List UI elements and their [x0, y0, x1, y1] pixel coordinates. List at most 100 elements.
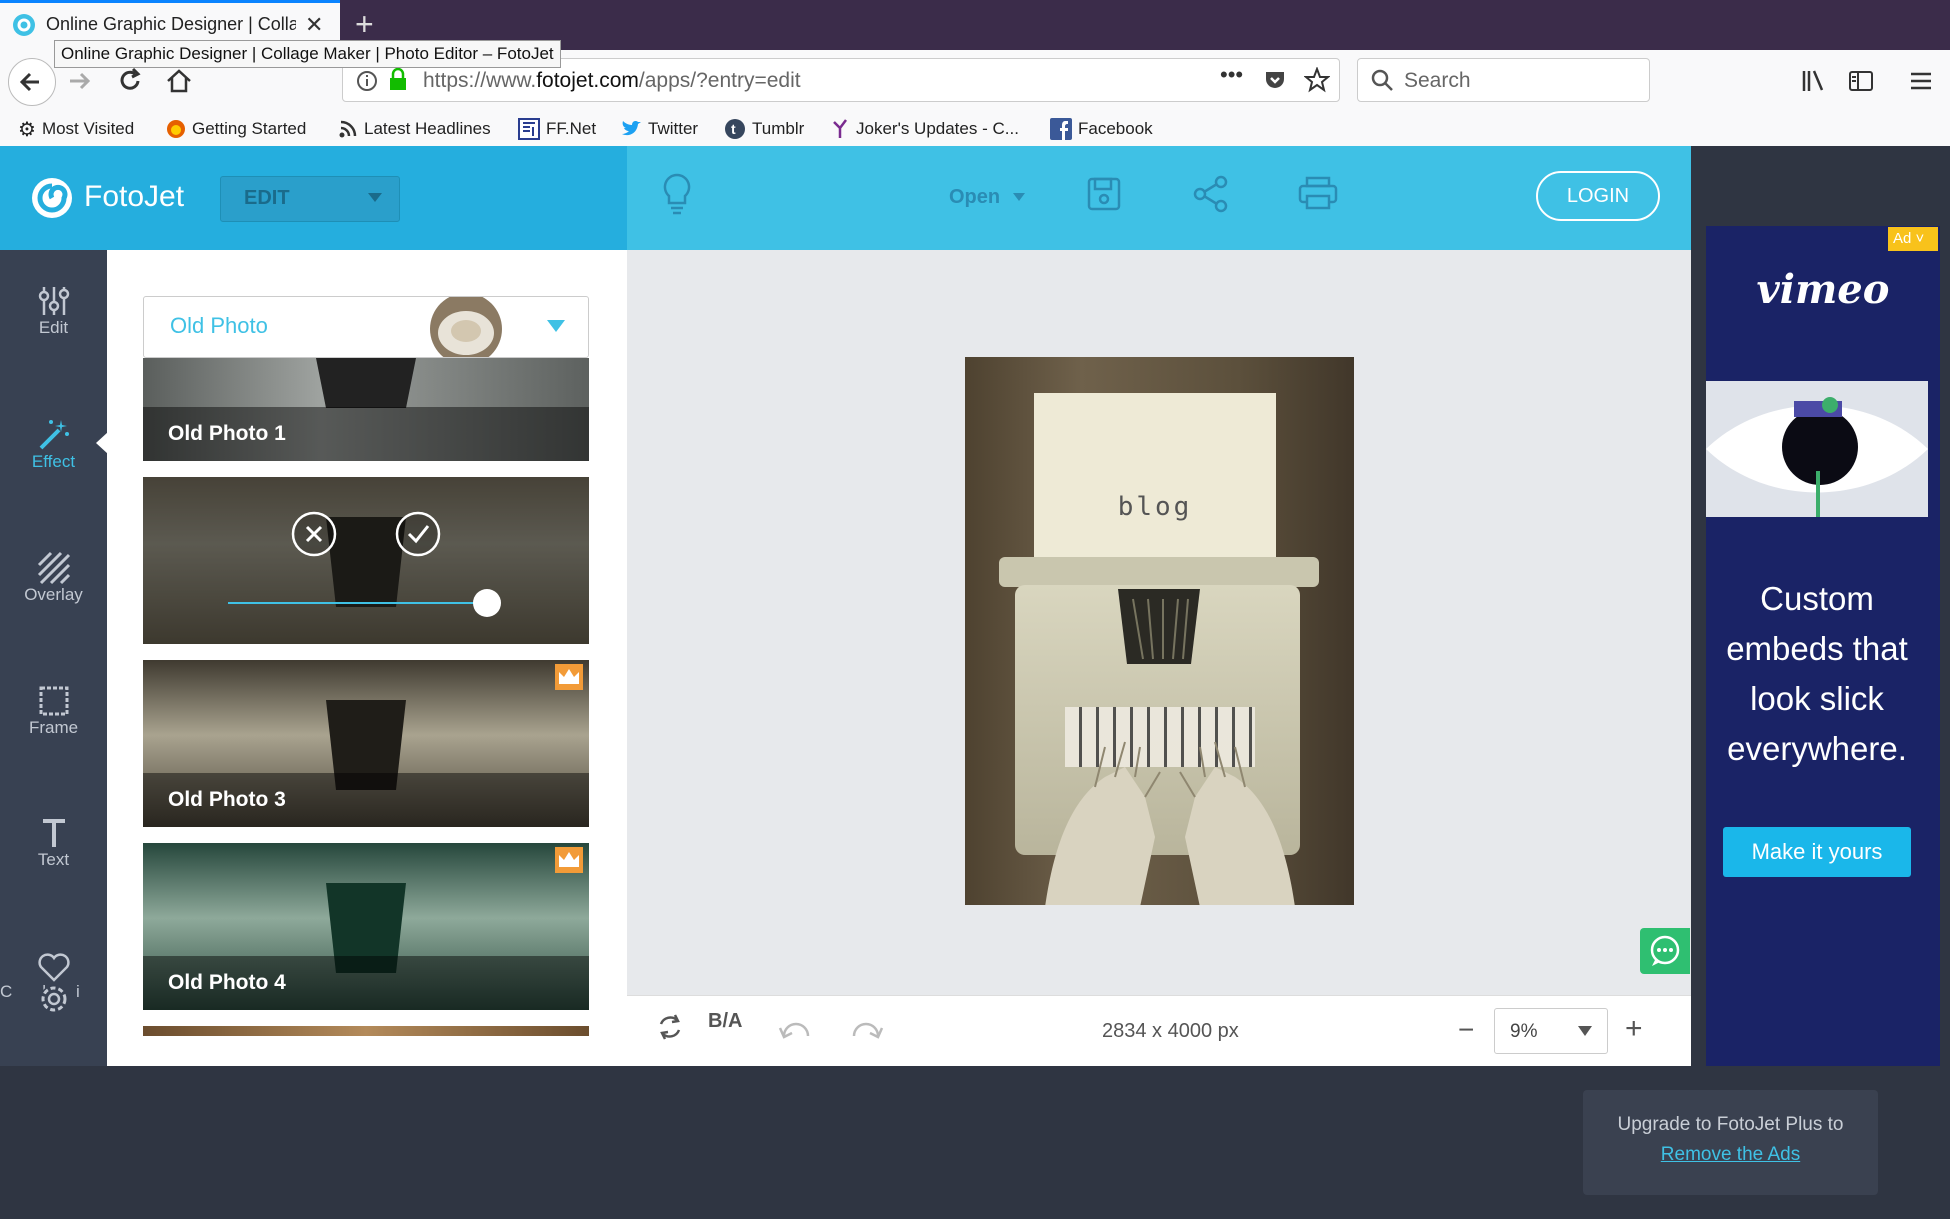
- fotojet-logo-icon[interactable]: [30, 176, 74, 220]
- effect-thumb-old-photo-1[interactable]: Old Photo 1: [143, 358, 589, 461]
- sidebar-item-label: Frame: [28, 718, 79, 737]
- sidebar-item-frame[interactable]: Frame: [0, 684, 107, 738]
- before-after-toggle-icon[interactable]: B/A: [708, 1010, 742, 1033]
- fotojet-favicon-icon: [13, 14, 35, 36]
- caret-down-icon: [368, 193, 382, 202]
- firefox-icon: [167, 120, 185, 138]
- twitter-icon: [622, 121, 641, 136]
- forward-icon[interactable]: [64, 66, 94, 96]
- paper-sheet: [1034, 393, 1276, 568]
- sidebar-item-label: Text: [37, 850, 70, 869]
- zoom-in-icon[interactable]: +: [1625, 1012, 1643, 1046]
- intensity-slider-track[interactable]: [228, 602, 483, 604]
- sidebar-item-overlay[interactable]: Overlay: [0, 551, 107, 605]
- remove-ads-link[interactable]: Remove the Ads: [1583, 1144, 1878, 1166]
- effect-thumb-label: Old Photo 3: [143, 773, 589, 827]
- upgrade-notice: [1583, 1090, 1878, 1195]
- menu-icon[interactable]: [1908, 68, 1934, 94]
- open-menu-button[interactable]: Open: [949, 186, 1000, 209]
- typing-hands: [1045, 741, 1295, 905]
- tool-sidebar: [0, 250, 107, 1066]
- new-tab-icon[interactable]: +: [355, 6, 374, 43]
- ad-copy: Custom embeds that look slick everywhere…: [1726, 580, 1908, 767]
- pocket-icon[interactable]: [1263, 68, 1287, 92]
- library-icon[interactable]: [1800, 68, 1826, 94]
- url-text[interactable]: https://www.fotojet.com/apps/?entry=edit: [423, 69, 801, 93]
- sidebar-item-effect[interactable]: Effect: [0, 418, 107, 472]
- info-icon[interactable]: [356, 70, 378, 92]
- magic-wand-icon: [39, 420, 69, 450]
- bookmark-ffnet[interactable]: FF.Net: [518, 114, 596, 144]
- page-actions-icon[interactable]: •••: [1220, 62, 1243, 88]
- eye-illustration: [1706, 397, 1928, 517]
- tumblr-icon: t: [725, 119, 745, 139]
- coffee-cup-thumbnail: [430, 297, 502, 357]
- intensity-slider-handle[interactable]: [473, 589, 501, 617]
- bookmark-jokers-updates[interactable]: Joker's Updates - C...: [830, 114, 1019, 144]
- effect-thumb-old-photo-2[interactable]: [143, 477, 589, 644]
- upgrade-text: Upgrade to FotoJet Plus to: [1617, 1114, 1844, 1135]
- browser-search-input[interactable]: [1357, 58, 1650, 102]
- effect-thumb-old-photo-3[interactable]: Old Photo 3: [143, 660, 589, 827]
- reload-icon[interactable]: [115, 66, 145, 96]
- effect-thumb-old-photo-5[interactable]: [143, 1026, 589, 1036]
- home-icon[interactable]: [164, 66, 194, 96]
- lightbulb-icon[interactable]: [660, 172, 694, 216]
- bookmark-getting-started[interactable]: Getting Started: [166, 114, 306, 144]
- effect-thumb-label: Old Photo 4: [143, 956, 589, 1010]
- dropdown-caret-icon: [547, 320, 565, 332]
- rotate-icon[interactable]: [655, 1012, 685, 1042]
- heart-icon: [37, 953, 70, 982]
- stripes-icon: [37, 551, 70, 585]
- cancel-effect-icon[interactable]: [291, 511, 337, 557]
- sidebar-toggle-icon[interactable]: [1848, 68, 1874, 94]
- app-logo-text[interactable]: FotoJet: [84, 180, 184, 214]
- typebars-graphic: [316, 358, 416, 408]
- bookmark-tumblr[interactable]: t Tumblr: [724, 114, 804, 144]
- effect-thumb-old-photo-4[interactable]: Old Photo 4: [143, 843, 589, 1010]
- rss-icon: [339, 120, 357, 138]
- settings-gear-icon[interactable]: [35, 980, 73, 1018]
- sidebar-item-label: Overlay: [24, 585, 83, 604]
- bookmark-latest-headlines[interactable]: Latest Headlines: [338, 114, 491, 144]
- apply-effect-icon[interactable]: [395, 511, 441, 557]
- ad-illustration: [1706, 381, 1928, 517]
- tab-close-icon[interactable]: ✕: [305, 12, 323, 38]
- chat-icon: [1650, 935, 1680, 966]
- platen: [999, 557, 1319, 587]
- paper-text: blog: [1117, 492, 1193, 522]
- search-icon: [1371, 69, 1393, 91]
- login-button[interactable]: LOGIN: [1536, 171, 1660, 221]
- sidebar-item-label: Effect: [31, 452, 76, 471]
- ad-badge[interactable]: Ad ˅: [1888, 227, 1938, 251]
- print-icon[interactable]: [1298, 176, 1338, 212]
- bookmark-twitter[interactable]: Twitter: [620, 114, 698, 144]
- tab-title: Online Graphic Designer | Collage: [46, 14, 296, 34]
- svg-text:t: t: [731, 121, 736, 137]
- ad-cta-button[interactable]: Make it yours: [1723, 827, 1911, 877]
- undo-icon[interactable]: [778, 1018, 812, 1042]
- redo-icon[interactable]: [850, 1018, 884, 1042]
- frame-icon: [39, 686, 68, 716]
- bookmark-facebook[interactable]: Facebook: [1050, 114, 1153, 144]
- edited-photo[interactable]: blog: [965, 357, 1354, 905]
- sidebar-item-edit[interactable]: Edit: [0, 284, 107, 338]
- sidebar-item-text[interactable]: Text: [0, 816, 107, 870]
- back-button[interactable]: [8, 58, 56, 106]
- sidebar-item-label: Edit: [38, 318, 69, 337]
- zoom-caret-icon: [1578, 1026, 1592, 1036]
- star-icon[interactable]: [1304, 67, 1330, 93]
- gear-icon: ⚙: [18, 118, 36, 141]
- sliders-icon: [38, 287, 69, 315]
- arrow-left-icon: [19, 72, 39, 92]
- text-icon: [42, 819, 65, 847]
- share-icon[interactable]: [1192, 175, 1230, 213]
- bookmark-most-visited[interactable]: ⚙ Most Visited: [18, 114, 134, 144]
- premium-crown-icon: [555, 847, 583, 873]
- lock-icon: [390, 68, 406, 90]
- save-icon[interactable]: [1086, 176, 1122, 212]
- effect-category-label: Old Photo: [170, 313, 268, 338]
- zoom-value: 9%: [1510, 1021, 1538, 1042]
- zoom-out-icon[interactable]: −: [1458, 1014, 1474, 1046]
- feedback-chat-button[interactable]: [1640, 928, 1690, 974]
